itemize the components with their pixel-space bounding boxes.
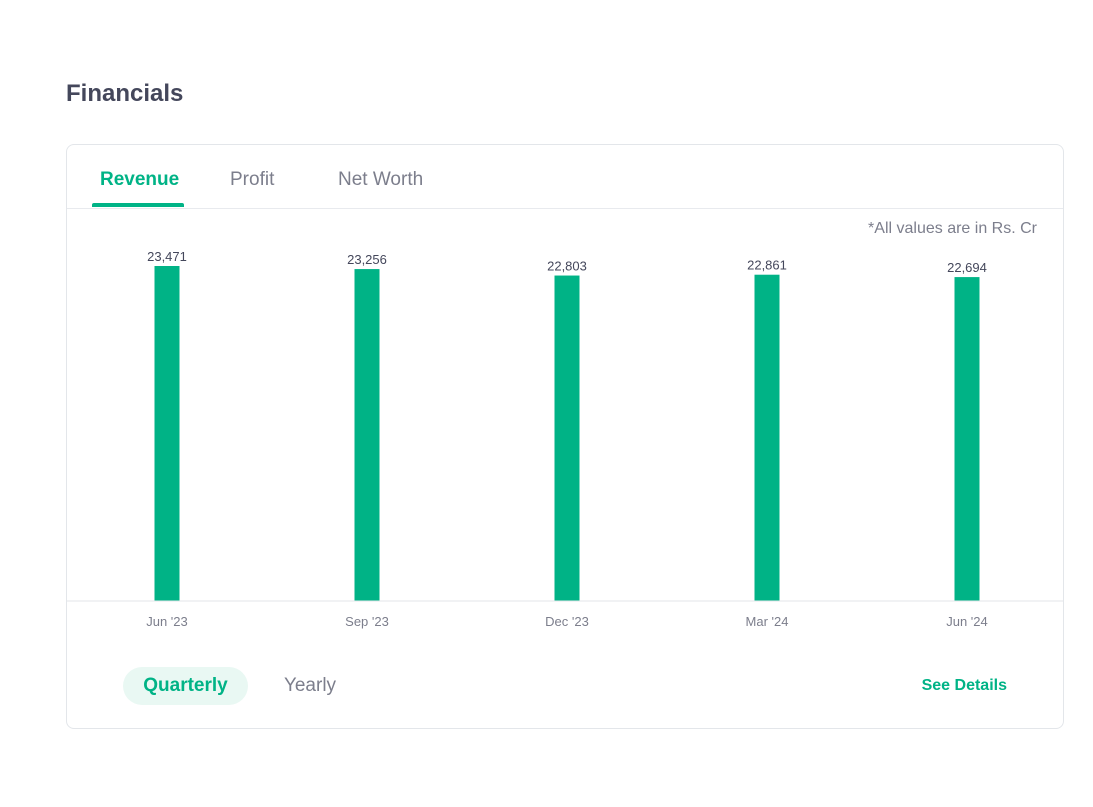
bar-3[interactable]: [754, 274, 780, 601]
data-label-3: 22,861: [747, 258, 787, 273]
tab-net-worth[interactable]: Net Worth: [338, 169, 423, 191]
x-tick-label-4: Jun '24: [946, 614, 988, 629]
tab-profit[interactable]: Profit: [230, 169, 274, 191]
section-title: Financials: [66, 80, 184, 107]
bar-4[interactable]: [954, 277, 980, 601]
see-details-link[interactable]: See Details: [922, 677, 1007, 695]
tab-revenue[interactable]: Revenue: [100, 169, 179, 191]
bars-group: [154, 266, 980, 601]
data-label-0: 23,471: [147, 249, 187, 264]
x-tick-label-1: Sep '23: [345, 614, 389, 629]
active-tab-indicator: [92, 203, 184, 207]
financials-tabs: Revenue Profit Net Worth: [67, 145, 1063, 209]
yearly-toggle[interactable]: Yearly: [267, 667, 353, 705]
quarterly-toggle[interactable]: Quarterly: [123, 667, 248, 705]
x-tick-label-0: Jun '23: [146, 614, 188, 629]
data-label-4: 22,694: [947, 260, 987, 275]
bar-0[interactable]: [154, 266, 180, 601]
revenue-bar-chart: 23,471 Jun '23 23,256 Sep '23 22,803 Dec '23 2…: [67, 249, 1063, 629]
data-label-2: 22,803: [547, 259, 587, 274]
bar-2[interactable]: [554, 275, 580, 601]
bar-1[interactable]: [354, 269, 380, 601]
x-tick-label-3: Mar '24: [746, 614, 789, 629]
data-label-1: 23,256: [347, 252, 387, 267]
x-tick-label-2: Dec '23: [545, 614, 589, 629]
financials-footer: Quarterly Yearly See Details: [67, 667, 1063, 707]
financials-card: Revenue Profit Net Worth *All values are…: [66, 144, 1064, 729]
